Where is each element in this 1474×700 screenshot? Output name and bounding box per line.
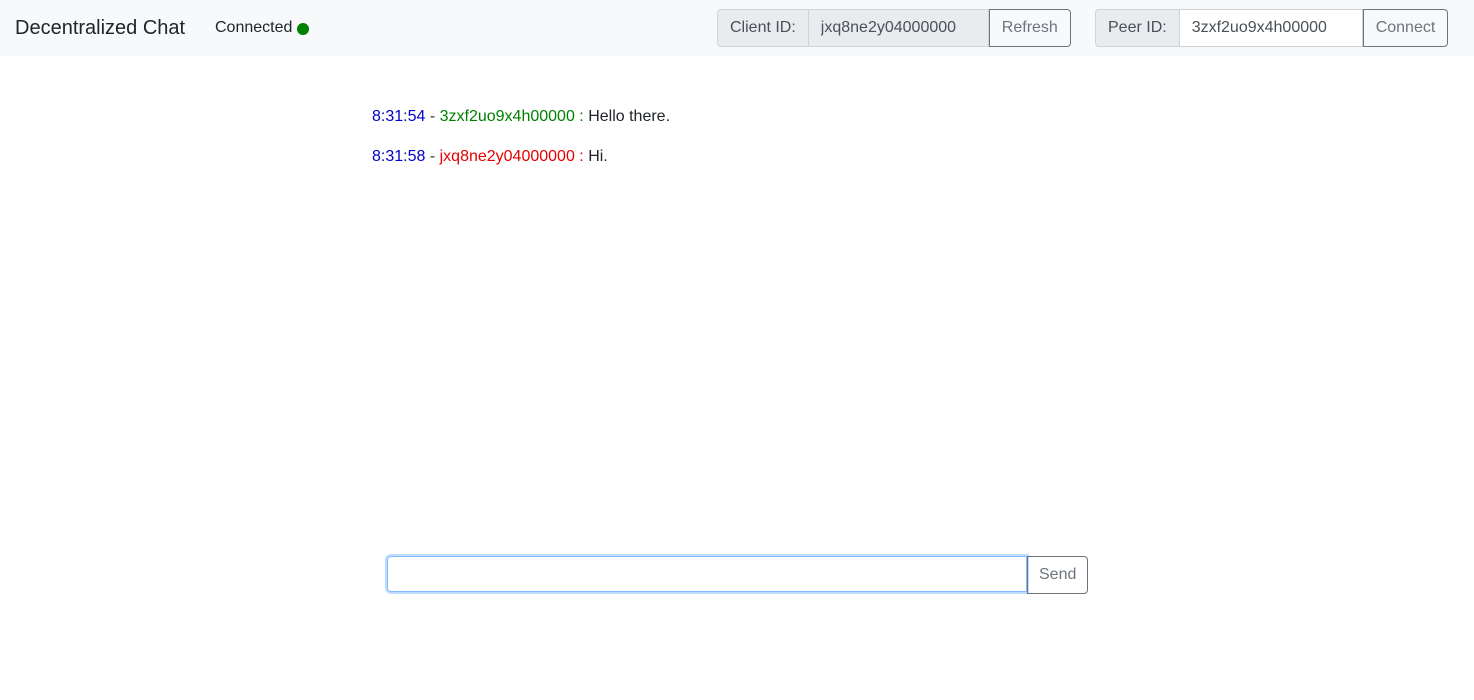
navbar: Decentralized Chat Connected Client ID: … [0,0,1474,56]
message-item: 8:31:54 - 3zxf2uo9x4h00000 : Hello there… [372,106,1102,128]
message-sender: jxq8ne2y04000000 [439,148,575,165]
message-list: 8:31:54 - 3zxf2uo9x4h00000 : Hello there… [372,106,1102,186]
message-time: 8:31:58 [372,148,426,165]
status-dot-icon [297,22,310,35]
peer-id-label: Peer ID: [1095,9,1179,47]
message-item: 8:31:58 - jxq8ne2y04000000 : Hi. [372,146,1102,168]
client-id-label: Client ID: [717,9,808,47]
app-title[interactable]: Decentralized Chat [15,14,185,42]
peer-id-input[interactable] [1178,9,1363,47]
refresh-button[interactable]: Refresh [988,9,1071,47]
message-text: Hello there. [588,108,671,125]
message-composer: Send [386,555,1089,595]
message-sender: 3zxf2uo9x4h00000 [439,108,575,125]
connection-status: Connected [215,17,310,39]
message-input[interactable] [387,556,1027,592]
message-colon: : [574,108,589,125]
client-id-group: Client ID: Refresh [717,9,1071,47]
client-id-field[interactable] [807,9,989,47]
peer-id-group: Peer ID: Connect [1095,9,1449,47]
message-colon: : [574,148,589,165]
connection-status-label: Connected [215,19,293,36]
send-button[interactable]: Send [1027,556,1089,594]
message-dash: - [425,148,440,165]
connect-button[interactable]: Connect [1362,9,1449,47]
message-time: 8:31:54 [372,108,426,125]
message-text: Hi. [588,148,608,165]
message-dash: - [425,108,440,125]
